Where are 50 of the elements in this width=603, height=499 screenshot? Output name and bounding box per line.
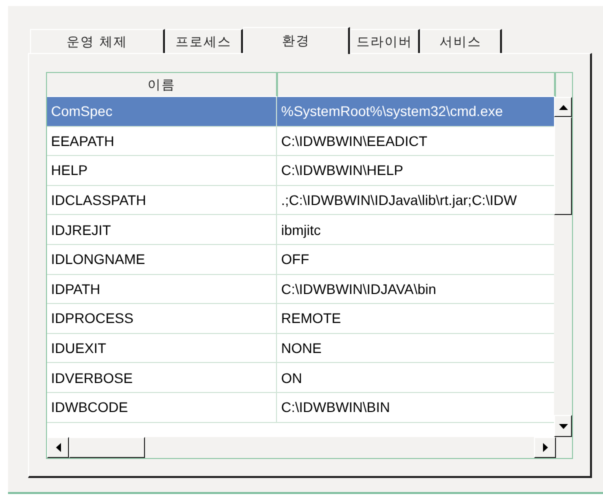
variable-value: C:\IDWBWIN\HELP — [280, 161, 404, 180]
variable-name: IDJREJIT — [47, 215, 278, 244]
variable-value: ibmjitc — [280, 220, 322, 240]
list-row[interactable]: IDPATH C:\IDWBWIN\IDJAVA\bin — [47, 274, 554, 304]
variable-value: REMOTE — [280, 309, 342, 328]
variable-value: C:\IDWBWIN\BIN — [280, 398, 392, 418]
scroll-down-button[interactable] — [554, 415, 572, 437]
tab[interactable]: 프로세스 — [165, 29, 243, 53]
scroll-left-button[interactable] — [47, 437, 69, 458]
variable-value: C:\IDWBWIN\EEADICT — [280, 132, 428, 151]
list-row[interactable]: IDLONGNAME OFF — [47, 244, 554, 275]
list-row[interactable]: IDUEXIT NONE — [47, 334, 554, 364]
variable-name: IDLONGNAME — [47, 244, 278, 274]
variable-name: IDVERBOSE — [47, 363, 278, 392]
variable-name: HELP — [47, 156, 278, 185]
right-arrow-icon — [542, 443, 548, 452]
variable-name: IDWBCODE — [47, 392, 278, 422]
variable-name: ComSpec — [47, 97, 278, 126]
tab[interactable]: 환경 — [243, 27, 350, 54]
scroll-thumb[interactable] — [69, 437, 145, 458]
scroll-thumb[interactable] — [554, 117, 572, 215]
variable-name: EEAPATH — [47, 126, 278, 156]
variable-value: .;C:\IDWBWIN\IDJava\lib\rt.jar;C:\IDW — [280, 191, 518, 210]
list-row[interactable]: IDCLASSPATH .;C:\IDWBWIN\IDJava\lib\rt.jar;C:\IDW — [47, 186, 554, 216]
down-arrow-icon — [558, 424, 568, 428]
horizontal-scrollbar[interactable] — [47, 437, 556, 458]
scroll-right-button[interactable] — [534, 437, 556, 458]
list-row[interactable]: ComSpec %SystemRoot%\system32\cmd.exe — [47, 97, 554, 127]
variable-value: OFF — [280, 250, 310, 270]
list-row[interactable]: EEAPATH C:\IDWBWIN\EEADICT — [47, 126, 554, 156]
tab[interactable]: 서비스 — [420, 29, 502, 53]
list-row[interactable]: IDWBCODE C:\IDWBWIN\BIN — [47, 392, 554, 423]
list-row[interactable]: IDPROCESS REMOTE — [47, 304, 554, 334]
variable-name: IDCLASSPATH — [47, 186, 278, 214]
list-row[interactable]: IDJREJIT ibmjitc — [47, 215, 554, 245]
variable-name: IDUEXIT — [47, 334, 278, 362]
list-row[interactable]: HELP C:\IDWBWIN\HELP — [47, 156, 554, 186]
left-arrow-icon — [56, 443, 60, 452]
variable-value: ON — [280, 368, 304, 388]
variable-name: IDPATH — [47, 274, 278, 304]
tab[interactable]: 드라이버 — [350, 29, 420, 53]
variable-name: IDPROCESS — [47, 304, 278, 333]
list-row[interactable]: IDVERBOSE ON — [47, 363, 554, 393]
tab[interactable]: 운영 체제 — [30, 29, 165, 53]
up-arrow-icon — [558, 104, 568, 110]
variable-value: NONE — [280, 339, 323, 358]
variable-value: C:\IDWBWIN\IDJAVA\bin — [280, 280, 438, 299]
variable-value: %SystemRoot%\system32\cmd.exe — [280, 102, 504, 122]
scroll-up-button[interactable] — [554, 97, 572, 117]
vertical-scrollbar[interactable] — [554, 97, 572, 437]
